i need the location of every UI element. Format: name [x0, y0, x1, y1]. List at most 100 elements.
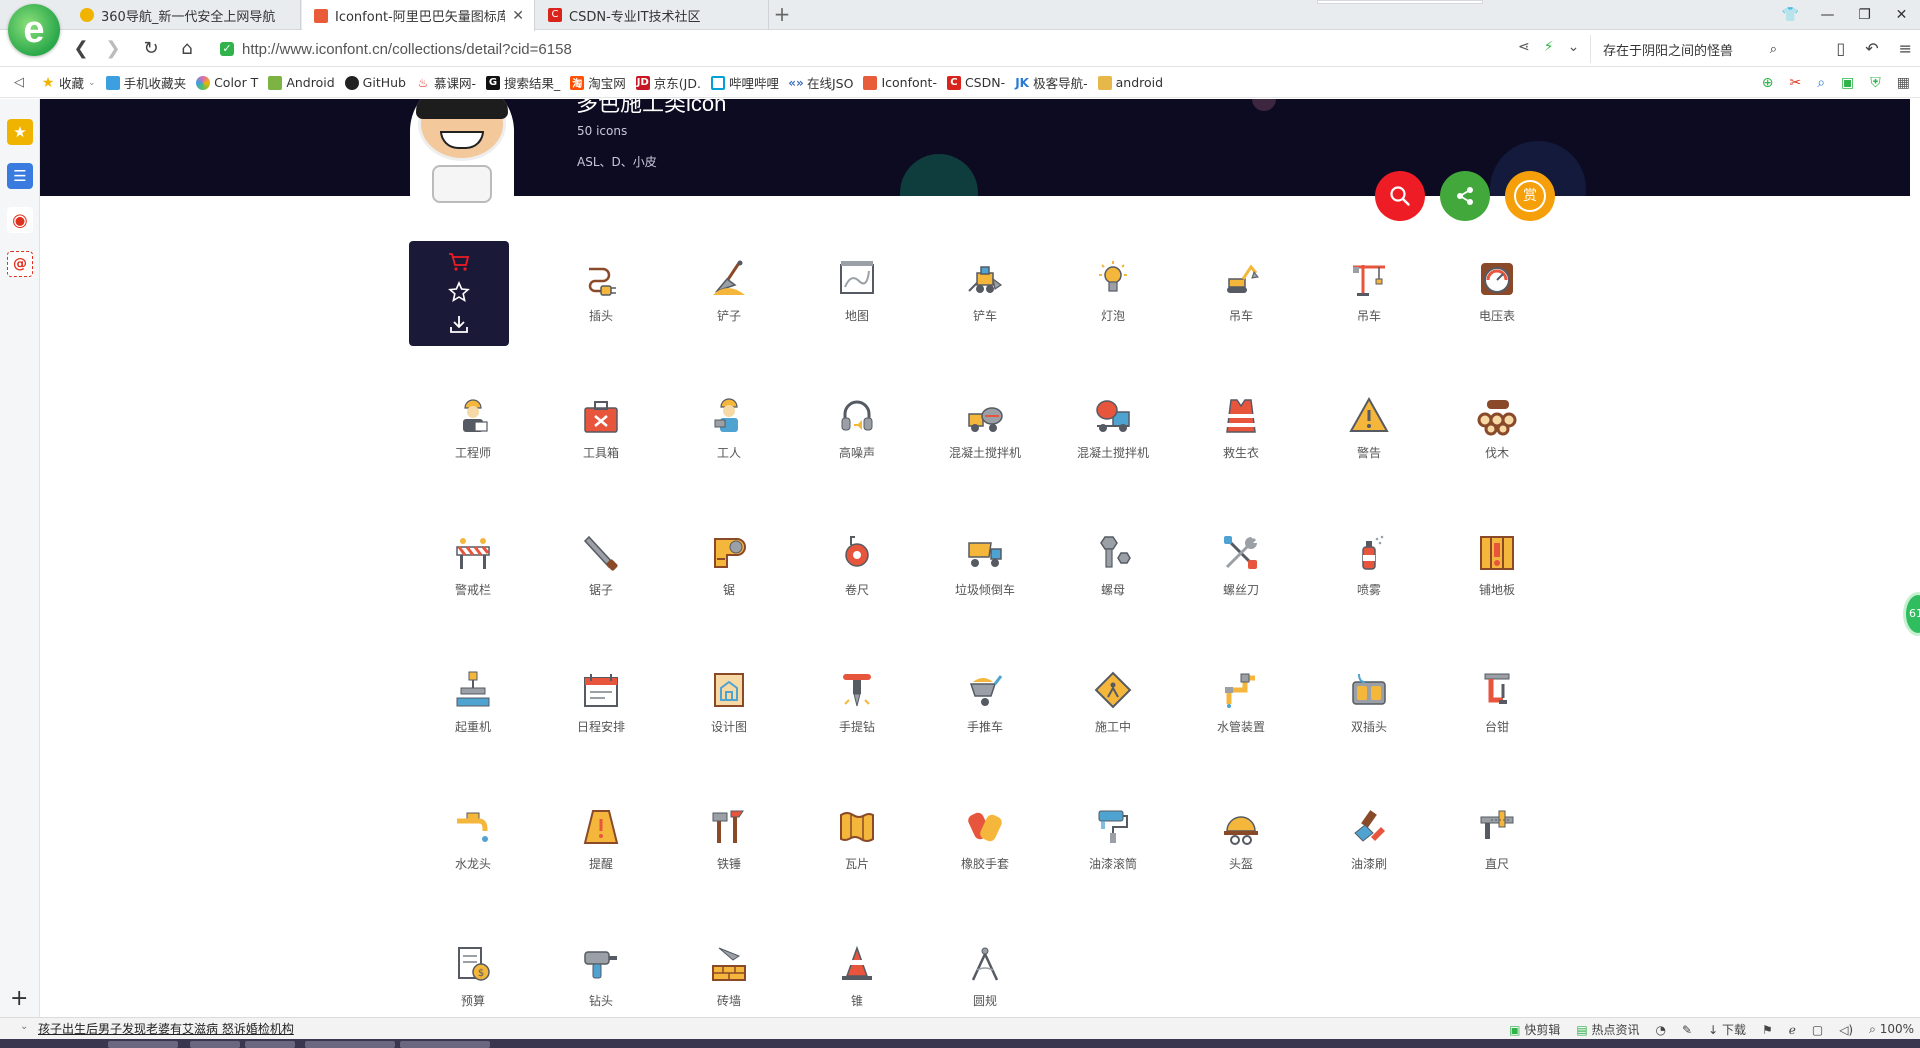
- avatar[interactable]: [410, 99, 514, 203]
- back-button[interactable]: ❮: [68, 37, 94, 61]
- news-ticker-link[interactable]: 孩子出生后男子发现老婆有艾滋病 怒诉婚检机构: [38, 1020, 294, 1037]
- zoom[interactable]: ⌕ 100%: [1869, 1022, 1914, 1037]
- downloads[interactable]: ↓ 下载: [1708, 1021, 1746, 1038]
- magnifier-icon[interactable]: ⌕: [1817, 75, 1825, 91]
- restore-icon[interactable]: ❐: [1846, 0, 1883, 30]
- address-bar[interactable]: ✓ http://www.iconfont.cn/collections/det…: [220, 36, 1510, 62]
- chevron-down-icon[interactable]: ⌄: [20, 1021, 28, 1032]
- taskbar-item[interactable]: [400, 1041, 490, 1048]
- icon-cell[interactable]: 工程师: [409, 378, 537, 515]
- search-input[interactable]: 存在于阴阳之间的怪兽 ⌕: [1590, 35, 1785, 63]
- icon-cell[interactable]: 吊车: [1305, 241, 1433, 378]
- reload-button[interactable]: ↻: [138, 37, 164, 61]
- window-icon[interactable]: ▢: [1812, 1023, 1823, 1037]
- icon-cell[interactable]: 工人: [665, 378, 793, 515]
- home-button[interactable]: ⌂: [174, 37, 200, 61]
- icon-cell[interactable]: [409, 241, 537, 378]
- bookmark-item[interactable]: JD 京东(JD.: [631, 73, 706, 92]
- bookmark-item[interactable]: ♨ 慕课网-: [411, 73, 481, 92]
- speed-icon[interactable]: ◔: [1656, 1023, 1666, 1037]
- search-icon[interactable]: ⌕: [1770, 42, 1777, 57]
- icon-cell[interactable]: 水管装置: [1177, 652, 1305, 789]
- icon-cell[interactable]: 手提钻: [793, 652, 921, 789]
- email-icon[interactable]: @: [7, 251, 33, 277]
- quick-edit[interactable]: ▣ 快剪辑: [1509, 1021, 1560, 1038]
- icon-cell[interactable]: 手推车: [921, 652, 1049, 789]
- icon-cell[interactable]: $ 预算: [409, 926, 537, 1017]
- grid-icon[interactable]: ▦: [1897, 75, 1910, 91]
- bookmark-item[interactable]: 手机收藏夹: [101, 73, 192, 92]
- icon-cell[interactable]: 油漆刷: [1305, 789, 1433, 926]
- tab-iconfont[interactable]: Iconfont-阿里巴巴矢量图标库 ✕: [302, 0, 535, 31]
- skin-icon[interactable]: 👕: [1772, 0, 1809, 30]
- icon-cell[interactable]: 锥: [793, 926, 921, 1017]
- bookmark-item[interactable]: Android: [263, 75, 339, 90]
- add-icon[interactable]: +: [10, 986, 28, 1011]
- icon-cell[interactable]: 喷雾: [1305, 515, 1433, 652]
- close-window-icon[interactable]: ✕: [1883, 0, 1920, 30]
- menu-icon[interactable]: ≡: [1899, 39, 1912, 58]
- favorites-icon[interactable]: ★: [7, 119, 33, 145]
- star-icon[interactable]: [448, 281, 470, 303]
- taskbar-item[interactable]: [305, 1041, 395, 1048]
- icon-cell[interactable]: 橡胶手套: [921, 789, 1049, 926]
- icon-cell[interactable]: 混凝土搅拌机: [921, 378, 1049, 515]
- lightning-icon[interactable]: ⚡: [1544, 39, 1554, 55]
- taskbar-item[interactable]: [245, 1041, 295, 1048]
- icon-cell[interactable]: 油漆滚筒: [1049, 789, 1177, 926]
- icon-cell[interactable]: 工具箱: [537, 378, 665, 515]
- icon-cell[interactable]: 警戒栏: [409, 515, 537, 652]
- bookmark-item[interactable]: Color T: [191, 75, 263, 90]
- icon-cell[interactable]: 救生衣: [1177, 378, 1305, 515]
- phone-icon[interactable]: ▯: [1836, 39, 1845, 58]
- bookmark-item[interactable]: JK 极客导航-: [1010, 73, 1093, 92]
- icon-cell[interactable]: 警告: [1305, 378, 1433, 515]
- tab-csdn[interactable]: C CSDN-专业IT技术社区: [536, 0, 769, 30]
- minimize-icon[interactable]: —: [1809, 0, 1846, 30]
- icon-cell[interactable]: 砖墙: [665, 926, 793, 1017]
- icon-cell[interactable]: 钻头: [537, 926, 665, 1017]
- icon-cell[interactable]: 施工中: [1049, 652, 1177, 789]
- icon-cell[interactable]: 设计图: [665, 652, 793, 789]
- icon-cell[interactable]: 混凝土搅拌机: [1049, 378, 1177, 515]
- icon-cell[interactable]: 卷尺: [793, 515, 921, 652]
- icon-cell[interactable]: 螺母: [1049, 515, 1177, 652]
- icon-cell[interactable]: 瓦片: [793, 789, 921, 926]
- tab-360nav[interactable]: 360导航_新一代安全上网导航: [68, 0, 301, 30]
- flag-icon[interactable]: ⚑: [1762, 1023, 1773, 1037]
- icon-cell[interactable]: 头盔: [1177, 789, 1305, 926]
- browser-logo-icon[interactable]: e: [8, 4, 60, 56]
- icon-cell[interactable]: 台钳: [1433, 652, 1561, 789]
- new-tab-button[interactable]: +: [770, 3, 794, 27]
- icon-cell[interactable]: 圆规: [921, 926, 1049, 1017]
- bookmark-item[interactable]: GitHub: [340, 75, 411, 90]
- icon-cell[interactable]: 插头: [537, 241, 665, 378]
- taskbar-item[interactable]: [108, 1041, 178, 1048]
- scissors-icon[interactable]: ✂: [1789, 75, 1801, 91]
- pin-icon[interactable]: ✎: [1682, 1023, 1692, 1037]
- taskbar-item[interactable]: [190, 1041, 240, 1048]
- icon-cell[interactable]: 铲子: [665, 241, 793, 378]
- icon-cell[interactable]: 日程安排: [537, 652, 665, 789]
- icon-cell[interactable]: 铁锤: [665, 789, 793, 926]
- icon-cell[interactable]: 直尺: [1433, 789, 1561, 926]
- icon-cell[interactable]: 铲车: [921, 241, 1049, 378]
- icon-cell[interactable]: 地图: [793, 241, 921, 378]
- share-button[interactable]: [1440, 171, 1490, 221]
- volume-icon[interactable]: ◁): [1839, 1023, 1853, 1037]
- url-text[interactable]: http://www.iconfont.cn/collections/detai…: [242, 41, 572, 58]
- icon-cell[interactable]: 垃圾倾倒车: [921, 515, 1049, 652]
- download-icon[interactable]: [448, 313, 470, 335]
- icon-cell[interactable]: 铺地板: [1433, 515, 1561, 652]
- icon-cell[interactable]: 电压表: [1433, 241, 1561, 378]
- bookmark-item[interactable]: Iconfont-: [858, 75, 942, 90]
- icon-cell[interactable]: 双插头: [1305, 652, 1433, 789]
- icon-cell[interactable]: 伐木: [1433, 378, 1561, 515]
- icon-cell[interactable]: 锯子: [537, 515, 665, 652]
- icon-cell[interactable]: 螺丝刀: [1177, 515, 1305, 652]
- icon-cell[interactable]: 吊车: [1177, 241, 1305, 378]
- bookmark-item[interactable]: C CSDN-: [942, 75, 1010, 90]
- icon-cell[interactable]: 灯泡: [1049, 241, 1177, 378]
- icon-cell[interactable]: 高噪声: [793, 378, 921, 515]
- search-query[interactable]: 存在于阴阳之间的怪兽: [1603, 40, 1770, 59]
